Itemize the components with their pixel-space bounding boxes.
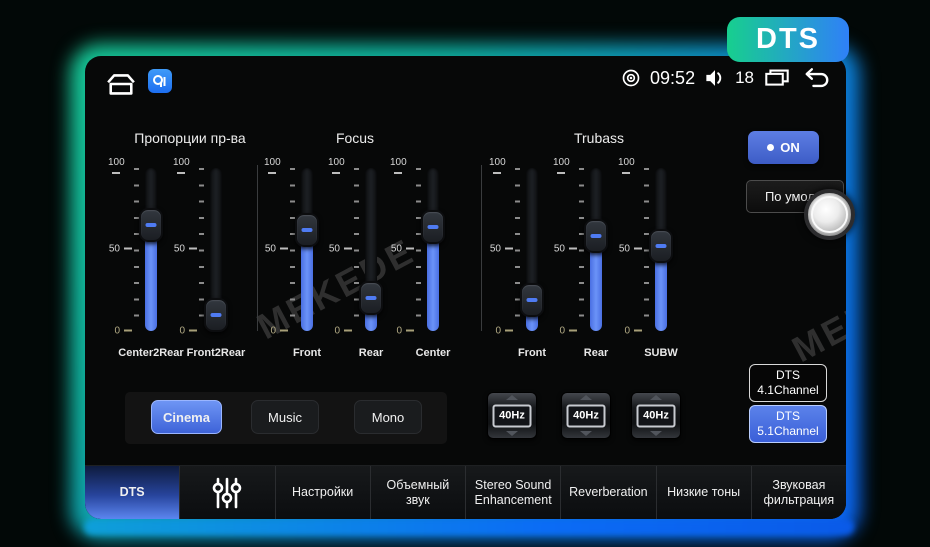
- frequency-stepper-3[interactable]: 40Hz: [631, 392, 681, 439]
- scale-ticks: [290, 168, 295, 331]
- mode-mono-button[interactable]: Mono: [354, 400, 422, 434]
- scale-min-label: 0: [114, 326, 132, 337]
- chevron-up-icon[interactable]: [506, 395, 518, 400]
- mixer-icon: [210, 476, 244, 510]
- slider-track[interactable]: [210, 168, 222, 331]
- watermark: MEKEDE: [785, 253, 846, 371]
- status-bar: 09:52 18: [85, 62, 846, 98]
- group-divider: [481, 165, 482, 331]
- scale-max-label: 100: [173, 157, 197, 179]
- group-title-focus: Focus: [270, 130, 440, 146]
- recent-apps-button[interactable]: [763, 67, 791, 89]
- chevron-down-icon[interactable]: [650, 431, 662, 436]
- back-button[interactable]: [800, 66, 830, 90]
- scale-mid-label: 50: [329, 244, 352, 255]
- scale-min-label: 0: [334, 326, 352, 337]
- scale-mid-label: 50: [554, 244, 577, 255]
- scale-min-label: 0: [559, 326, 577, 337]
- scale-mid-label: 50: [619, 244, 642, 255]
- tab-dts[interactable]: DTS: [85, 466, 179, 519]
- slider-track[interactable]: [365, 168, 377, 331]
- tab-sound-filtering[interactable]: Звуковая фильтрация: [751, 466, 846, 519]
- slider-track[interactable]: [526, 168, 538, 331]
- head-unit-screen: MEKEDE MEKEDE 09:52: [85, 56, 846, 519]
- slider-thumb[interactable]: [584, 219, 608, 253]
- slider-thumb[interactable]: [359, 281, 383, 315]
- home-button[interactable]: [103, 70, 139, 98]
- scale-ticks: [579, 168, 584, 331]
- slider-thumb[interactable]: [649, 229, 673, 263]
- frequency-value: 40Hz: [637, 404, 676, 427]
- bottom-tab-bar: DTS Настройки Объемный звук Stereo Sound…: [85, 465, 846, 519]
- dts-51channel-button[interactable]: DTS 5.1Channel: [749, 405, 827, 443]
- slider-thumb[interactable]: [295, 213, 319, 247]
- tab-settings[interactable]: Настройки: [275, 466, 370, 519]
- scale-min-label: 0: [624, 326, 642, 337]
- scale-mid-label: 50: [109, 244, 132, 255]
- slider-thumb[interactable]: [139, 208, 163, 242]
- scale-max-label: 100: [618, 157, 642, 179]
- scale-min-label: 0: [179, 326, 197, 337]
- mode-cinema-button[interactable]: Cinema: [151, 400, 222, 434]
- tab-reverberation[interactable]: Reverberation: [560, 466, 655, 519]
- frequency-value: 40Hz: [493, 404, 532, 427]
- bezel-glow-bottom: [84, 519, 854, 535]
- home-icon: [108, 75, 134, 82]
- scale-mid-label: 50: [174, 244, 197, 255]
- scale-max-label: 100: [390, 157, 414, 179]
- slider-track[interactable]: [590, 168, 602, 331]
- chevron-up-icon[interactable]: [580, 395, 592, 400]
- tab-low-tones[interactable]: Низкие тоны: [656, 466, 751, 519]
- on-label: ON: [780, 140, 800, 155]
- scale-max-label: 100: [489, 157, 513, 179]
- dts-41channel-button[interactable]: DTS 4.1Channel: [749, 364, 827, 402]
- slider-thumb[interactable]: [204, 298, 228, 332]
- scale-min-label: 0: [270, 326, 288, 337]
- chevron-down-icon[interactable]: [506, 431, 518, 436]
- mode-button-group: Cinema Music Mono: [125, 392, 447, 444]
- tab-stereo-sound-enhancement[interactable]: Stereo Sound Enhancement: [465, 466, 560, 519]
- clock: 09:52: [650, 68, 695, 89]
- slider-subwoofer[interactable]: 100 50 0 SUBW: [618, 168, 704, 378]
- frequency-value: 40Hz: [567, 404, 606, 427]
- slider-label: SUBW: [591, 347, 731, 359]
- slider-track[interactable]: [145, 168, 157, 331]
- mode-music-button[interactable]: Music: [251, 400, 319, 434]
- scale-ticks: [416, 168, 421, 331]
- scale-min-label: 0: [396, 326, 414, 337]
- slider-thumb[interactable]: [520, 283, 544, 317]
- equalizer-app-icon: [152, 73, 168, 89]
- tab-equalizer[interactable]: [179, 466, 274, 519]
- scale-min-label: 0: [495, 326, 513, 337]
- volume-knob[interactable]: [804, 189, 855, 240]
- broadcast-icon: [621, 68, 641, 88]
- scale-mid-label: 50: [265, 244, 288, 255]
- scale-max-label: 100: [553, 157, 577, 179]
- chevron-down-icon[interactable]: [580, 431, 592, 436]
- on-indicator-dot: [767, 144, 774, 151]
- volume-icon: [704, 67, 726, 89]
- scale-mid-label: 50: [391, 244, 414, 255]
- frequency-stepper-2[interactable]: 40Hz: [561, 392, 611, 439]
- on-toggle-button[interactable]: ON: [748, 131, 819, 164]
- frequency-stepper-1[interactable]: 40Hz: [487, 392, 537, 439]
- group-title-proportions: Пропорции пр-ва: [105, 130, 275, 146]
- chevron-up-icon[interactable]: [650, 395, 662, 400]
- slider-track[interactable]: [427, 168, 439, 331]
- sound-effect-app-button[interactable]: [148, 69, 172, 93]
- tab-surround-sound[interactable]: Объемный звук: [370, 466, 465, 519]
- slider-track[interactable]: [655, 168, 667, 331]
- slider-track[interactable]: [301, 168, 313, 331]
- dts-brand-badge: DTS: [727, 17, 849, 62]
- scale-mid-label: 50: [490, 244, 513, 255]
- volume-level: 18: [735, 68, 754, 88]
- scale-max-label: 100: [264, 157, 288, 179]
- slider-thumb[interactable]: [421, 210, 445, 244]
- scale-max-label: 100: [108, 157, 132, 179]
- scale-ticks: [134, 168, 139, 331]
- group-title-trubass: Trubass: [514, 130, 684, 146]
- scale-max-label: 100: [328, 157, 352, 179]
